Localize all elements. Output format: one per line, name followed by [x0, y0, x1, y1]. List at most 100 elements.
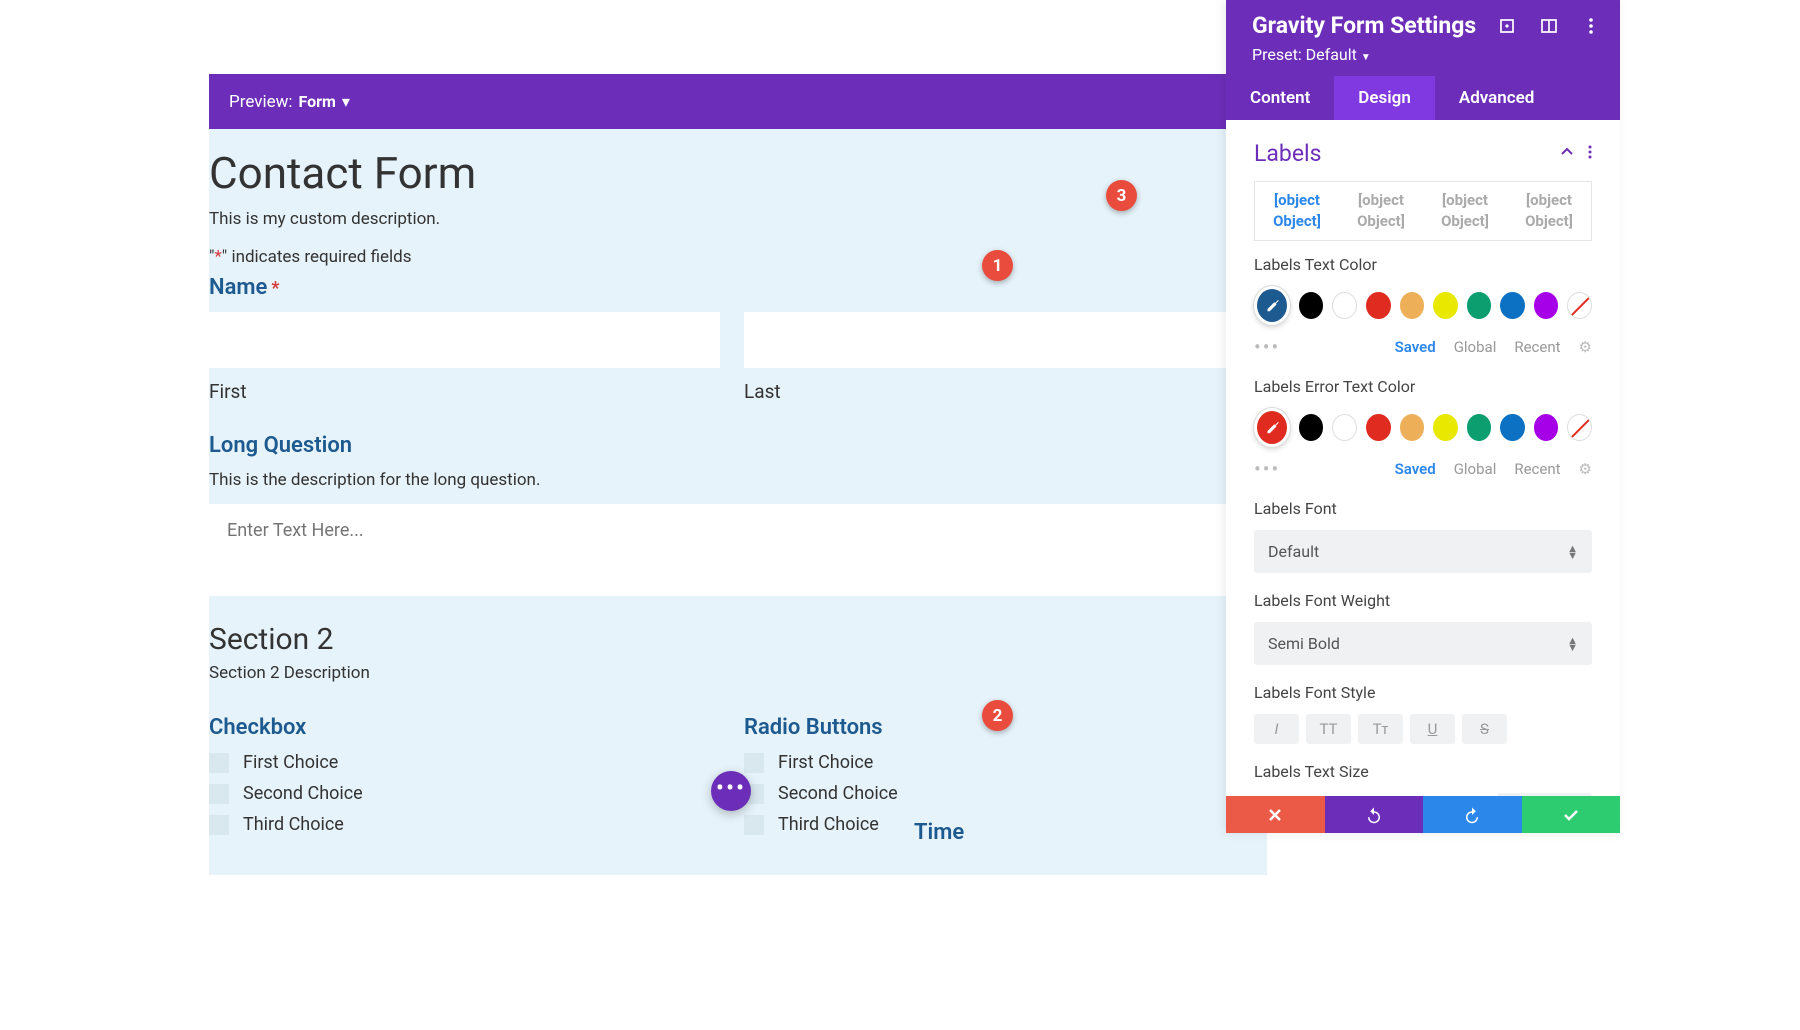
- color-swatch-white[interactable]: [1332, 292, 1357, 319]
- select-arrows-icon: ▲▼: [1567, 637, 1578, 651]
- checkbox-label: Checkbox: [209, 715, 720, 740]
- section-menu-icon[interactable]: [1588, 144, 1592, 163]
- preview-mode[interactable]: Form: [299, 92, 336, 111]
- more-colors-icon[interactable]: •••: [1254, 457, 1280, 481]
- more-colors-icon[interactable]: •••: [1254, 335, 1280, 359]
- color-tab-global[interactable]: Global: [1454, 460, 1497, 478]
- object-tab[interactable]: [object Object]: [1339, 182, 1423, 240]
- panel-header: Gravity Form Settings Preset: Default▼: [1226, 0, 1620, 76]
- color-swatch-purple[interactable]: [1534, 414, 1559, 441]
- checkbox-icon[interactable]: [209, 815, 229, 835]
- save-button[interactable]: [1522, 796, 1621, 833]
- color-tab-saved[interactable]: Saved: [1395, 460, 1436, 478]
- labels-font-weight-select[interactable]: Semi Bold ▲▼: [1254, 622, 1592, 665]
- underline-button[interactable]: U: [1410, 714, 1455, 744]
- radio-icon[interactable]: [744, 753, 764, 773]
- color-swatch-none[interactable]: [1567, 292, 1592, 319]
- chevron-up-icon[interactable]: [1560, 144, 1574, 163]
- form-preview: Contact Form This is my custom descripti…: [209, 129, 1267, 875]
- color-swatch-black[interactable]: [1299, 292, 1324, 319]
- object-tab[interactable]: [object Object]: [1255, 182, 1339, 240]
- gear-icon[interactable]: ⚙: [1579, 460, 1592, 478]
- object-tab[interactable]: [object Object]: [1423, 182, 1507, 240]
- tab-content[interactable]: Content: [1226, 76, 1334, 120]
- color-swatch-red[interactable]: [1366, 292, 1391, 319]
- labels-error-color-label: Labels Error Text Color: [1254, 377, 1592, 396]
- first-name-input[interactable]: [209, 312, 720, 368]
- radio-item[interactable]: Third Choice: [744, 814, 1255, 835]
- undo-button[interactable]: [1325, 796, 1424, 833]
- select-arrows-icon: ▲▼: [1567, 545, 1578, 559]
- last-name-input[interactable]: [744, 312, 1255, 368]
- chevron-down-icon: ▼: [1361, 52, 1371, 63]
- color-tab-recent[interactable]: Recent: [1514, 338, 1560, 356]
- chevron-down-icon[interactable]: ▾: [342, 92, 350, 111]
- required-star: *: [271, 278, 279, 299]
- tab-advanced[interactable]: Advanced: [1435, 76, 1559, 120]
- redo-button[interactable]: [1423, 796, 1522, 833]
- callout-2: 2: [982, 700, 1013, 731]
- long-question-label: Long Question: [209, 433, 1255, 458]
- gear-icon[interactable]: ⚙: [1579, 338, 1592, 356]
- panel-title: Gravity Form Settings: [1252, 12, 1476, 39]
- long-question-desc: This is the description for the long que…: [209, 470, 1255, 490]
- color-swatch-yellow[interactable]: [1433, 414, 1458, 441]
- italic-button[interactable]: I: [1254, 714, 1299, 744]
- first-sublabel: First: [209, 380, 720, 403]
- eyedropper-icon: [1263, 297, 1281, 315]
- last-sublabel: Last: [744, 380, 1255, 403]
- labels-text-size-label: Labels Text Size: [1254, 762, 1592, 781]
- color-swatch-teal[interactable]: [1467, 292, 1492, 319]
- checkbox-item[interactable]: Second Choice: [209, 783, 720, 804]
- redo-icon: [1463, 806, 1481, 824]
- close-button[interactable]: [1226, 796, 1325, 833]
- color-swatch-orange[interactable]: [1400, 292, 1425, 319]
- panel-body[interactable]: Labels [object Object] [object Object] […: [1226, 120, 1620, 796]
- object-tabs: [object Object] [object Object] [object …: [1254, 181, 1592, 241]
- time-field-label: Time: [914, 820, 964, 845]
- radio-item[interactable]: Second Choice: [744, 783, 1255, 804]
- callout-1: 1: [982, 250, 1013, 281]
- columns-icon[interactable]: [1540, 17, 1558, 35]
- color-swatch-yellow[interactable]: [1433, 292, 1458, 319]
- smallcaps-button[interactable]: Tᴛ: [1358, 714, 1403, 744]
- color-swatch-white[interactable]: [1332, 414, 1357, 441]
- strikethrough-button[interactable]: S: [1462, 714, 1507, 744]
- more-actions-button[interactable]: •••: [711, 771, 751, 811]
- preset-selector[interactable]: Preset: Default▼: [1252, 45, 1600, 64]
- tab-design[interactable]: Design: [1334, 76, 1435, 120]
- close-icon: [1268, 808, 1282, 822]
- expand-icon[interactable]: [1498, 17, 1516, 35]
- color-swatch-blue[interactable]: [1500, 414, 1525, 441]
- color-swatch-black[interactable]: [1299, 414, 1324, 441]
- color-tab-recent[interactable]: Recent: [1514, 460, 1560, 478]
- color-swatch-red[interactable]: [1366, 414, 1391, 441]
- checkbox-item[interactable]: Third Choice: [209, 814, 720, 835]
- panel-tabs: Content Design Advanced: [1226, 76, 1620, 120]
- checkbox-icon[interactable]: [209, 784, 229, 804]
- long-question-textarea[interactable]: [209, 504, 1255, 596]
- current-error-color-swatch[interactable]: [1254, 408, 1290, 447]
- checkbox-icon[interactable]: [209, 753, 229, 773]
- color-swatch-blue[interactable]: [1500, 292, 1525, 319]
- labels-text-color-label: Labels Text Color: [1254, 255, 1592, 274]
- object-tab[interactable]: [object Object]: [1507, 182, 1591, 240]
- labels-font-select[interactable]: Default ▲▼: [1254, 530, 1592, 573]
- section-title-labels[interactable]: Labels: [1254, 140, 1321, 167]
- color-swatch-purple[interactable]: [1534, 292, 1559, 319]
- labels-font-weight-label: Labels Font Weight: [1254, 591, 1592, 610]
- color-tab-saved[interactable]: Saved: [1395, 338, 1436, 356]
- radio-icon[interactable]: [744, 815, 764, 835]
- uppercase-button[interactable]: TT: [1306, 714, 1351, 744]
- checkbox-item[interactable]: First Choice: [209, 752, 720, 773]
- form-title: Contact Form: [209, 147, 1255, 199]
- text-size-value[interactable]: 18px: [1497, 793, 1592, 796]
- labels-font-style-label: Labels Font Style: [1254, 683, 1592, 702]
- radio-item[interactable]: First Choice: [744, 752, 1255, 773]
- current-color-swatch[interactable]: [1254, 286, 1290, 325]
- color-swatch-teal[interactable]: [1467, 414, 1492, 441]
- color-swatch-none[interactable]: [1567, 414, 1592, 441]
- color-tab-global[interactable]: Global: [1454, 338, 1497, 356]
- menu-icon[interactable]: [1582, 17, 1600, 35]
- color-swatch-orange[interactable]: [1400, 414, 1425, 441]
